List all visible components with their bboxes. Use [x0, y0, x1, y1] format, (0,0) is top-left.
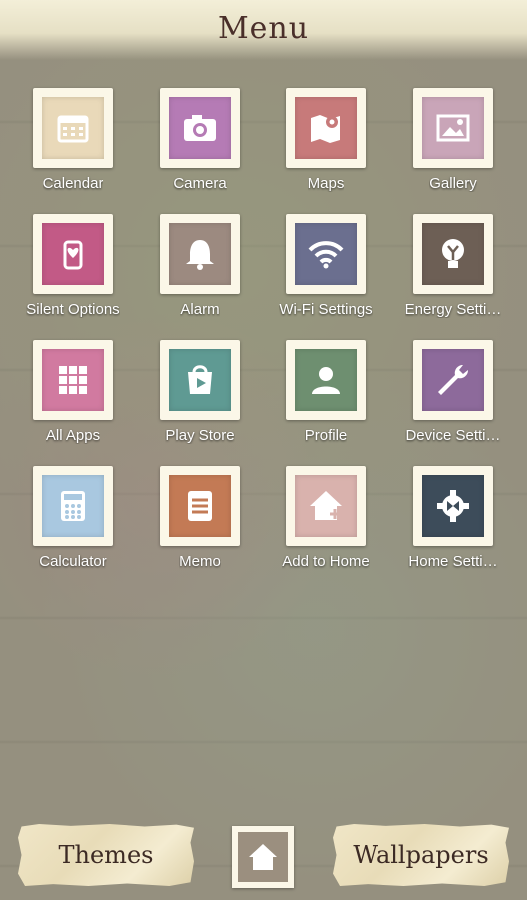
- home-icon: [238, 832, 288, 882]
- app-tile-profile[interactable]: Profile: [271, 340, 381, 450]
- app-label: Gallery: [429, 175, 477, 192]
- themes-button[interactable]: Themes: [18, 824, 194, 886]
- app-stamp: [160, 340, 240, 420]
- app-label: Add to Home: [282, 553, 370, 570]
- add-to-home-icon: [295, 475, 357, 537]
- menu-header: Menu: [0, 0, 527, 60]
- calculator-icon: [42, 475, 104, 537]
- app-stamp: [286, 466, 366, 546]
- app-tile-energy-setti[interactable]: Energy Setti…: [398, 214, 508, 324]
- app-label: Calendar: [42, 175, 104, 192]
- app-label: Silent Options: [26, 301, 120, 318]
- calendar-icon: [42, 97, 104, 159]
- app-stamp: [286, 214, 366, 294]
- page-title: Menu: [217, 11, 310, 46]
- app-label: All Apps: [45, 427, 101, 444]
- app-tile-maps[interactable]: Maps: [271, 88, 381, 198]
- memo-icon: [169, 475, 231, 537]
- app-stamp: [33, 340, 113, 420]
- app-stamp: [160, 88, 240, 168]
- wallpapers-button[interactable]: Wallpapers: [333, 824, 509, 886]
- app-label: Device Setti…: [405, 427, 501, 444]
- wifi-icon: [295, 223, 357, 285]
- app-label: Calculator: [39, 553, 107, 570]
- bottom-bar: Themes Wallpapers: [0, 818, 527, 900]
- app-stamp: [160, 214, 240, 294]
- maps-icon: [295, 97, 357, 159]
- all-apps-icon: [42, 349, 104, 411]
- app-tile-home-setti[interactable]: Home Setti…: [398, 466, 508, 576]
- app-stamp: [413, 340, 493, 420]
- app-label: Memo: [179, 553, 221, 570]
- app-tile-memo[interactable]: Memo: [145, 466, 255, 576]
- app-label: Maps: [307, 175, 345, 192]
- app-tile-gallery[interactable]: Gallery: [398, 88, 508, 198]
- app-stamp: [413, 88, 493, 168]
- app-tile-add-to-home[interactable]: Add to Home: [271, 466, 381, 576]
- app-stamp: [413, 214, 493, 294]
- app-label: Energy Setti…: [404, 301, 502, 318]
- app-tile-all-apps[interactable]: All Apps: [18, 340, 128, 450]
- app-stamp: [286, 340, 366, 420]
- energy-icon: [422, 223, 484, 285]
- app-tile-wi-fi-settings[interactable]: Wi-Fi Settings: [271, 214, 381, 324]
- app-label: Alarm: [180, 301, 220, 318]
- app-stamp: [160, 466, 240, 546]
- app-label: Camera: [173, 175, 227, 192]
- app-tile-play-store[interactable]: Play Store: [145, 340, 255, 450]
- themes-label: Themes: [58, 841, 154, 869]
- camera-icon: [169, 97, 231, 159]
- app-tile-alarm[interactable]: Alarm: [145, 214, 255, 324]
- app-stamp: [33, 214, 113, 294]
- alarm-icon: [169, 223, 231, 285]
- home-settings-icon: [422, 475, 484, 537]
- app-tile-camera[interactable]: Camera: [145, 88, 255, 198]
- play-store-icon: [169, 349, 231, 411]
- app-label: Play Store: [165, 427, 235, 444]
- app-label: Profile: [304, 427, 348, 444]
- app-stamp: [286, 88, 366, 168]
- app-stamp: [33, 88, 113, 168]
- home-button[interactable]: [232, 826, 294, 888]
- silent-options-icon: [42, 223, 104, 285]
- app-tile-calculator[interactable]: Calculator: [18, 466, 128, 576]
- wallpapers-label: Wallpapers: [353, 841, 489, 869]
- app-stamp: [413, 466, 493, 546]
- wrench-icon: [422, 349, 484, 411]
- app-label: Home Setti…: [408, 553, 498, 570]
- gallery-icon: [422, 97, 484, 159]
- app-tile-calendar[interactable]: Calendar: [18, 88, 128, 198]
- app-stamp: [33, 466, 113, 546]
- app-tile-device-setti[interactable]: Device Setti…: [398, 340, 508, 450]
- app-label: Wi-Fi Settings: [279, 301, 373, 318]
- profile-icon: [295, 349, 357, 411]
- app-tile-silent-options[interactable]: Silent Options: [18, 214, 128, 324]
